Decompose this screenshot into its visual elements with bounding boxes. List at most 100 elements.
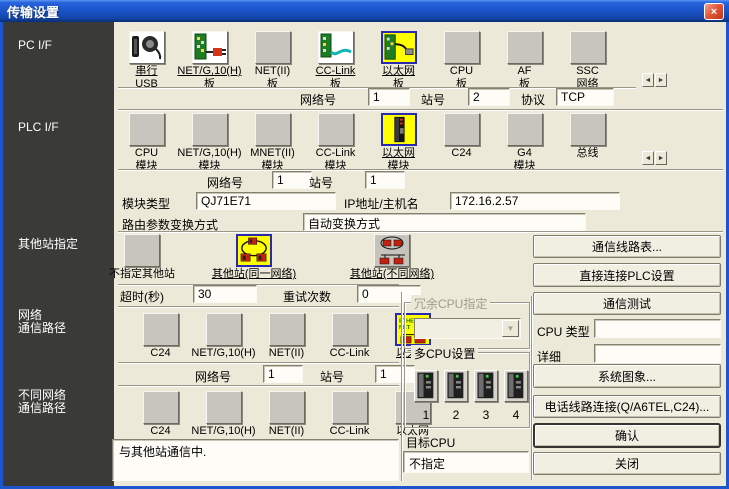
cpu-type-label: CPU 类型 — [537, 325, 590, 339]
timeout-field[interactable]: 30 — [193, 285, 257, 303]
icon-label: 其他站(同一网络) — [211, 268, 297, 280]
multi-cpu-1-button[interactable] — [414, 370, 438, 402]
icon-label: NET/G,10(H) — [191, 425, 256, 437]
timeout-label: 超时(秒) — [120, 290, 164, 304]
blank-module-icon — [443, 113, 480, 146]
pcif-protocol-label: 协议 — [521, 93, 546, 107]
cpu-type-field — [594, 319, 721, 338]
other-station-option-same-network-selected[interactable]: 其他站(同一网络) — [188, 234, 320, 280]
plcif-scroll-left-icon[interactable]: ◄ — [642, 151, 654, 165]
icon-label: MNET(II) — [250, 147, 295, 159]
plcif-option-ethernet-module-selected[interactable]: 以太网 模块 — [367, 113, 430, 172]
redundant-cpu-group-label: 冗余CPU指定 — [411, 295, 491, 312]
network-route-station-label: 站号 — [320, 370, 345, 384]
plcif-option-c24[interactable]: C24 — [430, 113, 493, 172]
pcif-option-net-g10h-board[interactable]: NET/G,10(H) 板 — [177, 31, 242, 90]
target-cpu-field[interactable]: 不指定 — [403, 451, 529, 473]
sidebar-label-diff-route-1: 不同网络 — [18, 388, 67, 402]
ok-button[interactable]: 确认 — [533, 423, 721, 448]
same-network-icon — [236, 234, 272, 267]
network-route-option-c24[interactable]: C24 — [129, 313, 192, 359]
diff-route-option-net-g10h[interactable]: NET/G,10(H) — [191, 391, 256, 437]
plcif-option-mnet2-module[interactable]: MNET(II) 模块 — [241, 113, 304, 172]
plcif-option-g4-module[interactable]: G4 模块 — [493, 113, 556, 172]
pcif-station-label: 站号 — [421, 93, 446, 107]
blank-module-icon — [569, 113, 606, 146]
network-route-option-cclink[interactable]: CC-Link — [318, 313, 381, 359]
direct-plc-setting-button[interactable]: 直接连接PLC设置 — [533, 263, 721, 287]
plcif-icon-row: CPU 模块 NET/G,10(H) 模块 MNET(II) 模块 CC-Lin… — [115, 113, 619, 172]
icon-label: CC-Link — [315, 65, 356, 77]
icon-label: 不指定其他站 — [109, 268, 175, 280]
diff-route-option-net2[interactable]: NET(II) — [255, 391, 318, 437]
icon-label: NET(II) — [268, 347, 305, 359]
chevron-down-icon[interactable]: ▼ — [502, 320, 519, 337]
icon-label: NET/G,10(H) — [191, 347, 256, 359]
diff-route-option-cclink[interactable]: CC-Link — [318, 391, 381, 437]
network-route-option-net2[interactable]: NET(II) — [255, 313, 318, 359]
multi-cpu-2-button[interactable] — [444, 370, 468, 402]
pcif-scroll-left-icon[interactable]: ◄ — [642, 73, 654, 87]
multi-cpu-3-button[interactable] — [474, 370, 498, 402]
close-icon[interactable]: × — [704, 3, 724, 20]
ip-host-field[interactable]: 172.16.2.57 — [450, 192, 620, 210]
pcif-option-serial-usb[interactable]: 串行 USB — [115, 31, 178, 90]
pcif-option-net2-board[interactable]: NET(II) 板 — [241, 31, 304, 90]
network-route-option-net-g10h[interactable]: NET/G,10(H) — [191, 313, 256, 359]
multi-cpu-4-button[interactable] — [504, 370, 528, 402]
route-param-field[interactable]: 自动变换方式 — [303, 213, 586, 231]
icon-label: NET/G,10(H) — [177, 65, 242, 77]
sidebar-label-plc-if: PLC I/F — [18, 120, 59, 134]
status-box: 与其他站通信中. — [112, 439, 399, 481]
pcif-network-field[interactable]: 1 — [368, 88, 410, 106]
icon-label: C24 — [451, 147, 472, 159]
plcif-option-bus[interactable]: 总线 — [556, 113, 619, 172]
icon-label: 以太网 — [382, 65, 415, 77]
blank-board-icon — [569, 31, 606, 64]
icon-label: CPU — [449, 65, 474, 77]
diff-route-option-c24[interactable]: C24 — [129, 391, 192, 437]
blank-route-icon — [205, 313, 242, 346]
icon-label: 总线 — [576, 147, 599, 159]
pcif-option-cclink-board[interactable]: CC-Link 板 — [304, 31, 367, 90]
icon-label: NET(II) — [268, 425, 305, 437]
network-route-network-field[interactable]: 1 — [263, 365, 303, 383]
pcif-option-cpu-board[interactable]: CPU 板 — [430, 31, 493, 90]
plcif-station-field[interactable]: 1 — [365, 171, 405, 189]
plcif-option-net-g10h-module[interactable]: NET/G,10(H) 模块 — [177, 113, 242, 172]
pcif-icon-row: 串行 USB NET/G,10(H) 板 NET(II) 板 CC-Link 板 — [115, 31, 619, 90]
separator — [118, 109, 723, 111]
pcif-option-af-board[interactable]: AF 板 — [493, 31, 556, 90]
pcif-option-ssc-network[interactable]: SSC 网络 — [556, 31, 619, 90]
comm-test-button[interactable]: 通信测试 — [533, 292, 721, 315]
close-button[interactable]: 关闭 — [533, 452, 721, 475]
blank-station-icon — [124, 234, 160, 267]
blank-module-icon — [317, 113, 354, 146]
redundant-cpu-select[interactable]: ▼ — [414, 318, 521, 339]
icon-label: 其他站(不同网络) — [349, 268, 435, 280]
connection-channel-list-button[interactable]: 通信线路表... — [533, 235, 721, 258]
other-station-option-none[interactable]: 不指定其他站 — [96, 234, 188, 280]
detail-field — [594, 344, 721, 363]
blank-board-icon — [254, 31, 291, 64]
blank-board-icon — [443, 31, 480, 64]
plcif-network-label: 网络号 — [207, 176, 244, 190]
other-station-option-diff-network[interactable]: 其他站(不同网络) — [326, 234, 458, 280]
icon-label: NET/G,10(H) — [177, 147, 242, 159]
pcif-option-ethernet-board-selected[interactable]: 以太网 板 — [367, 31, 430, 90]
plcif-option-cpu-module[interactable]: CPU 模块 — [115, 113, 178, 172]
plcif-option-cclink-module[interactable]: CC-Link 模块 — [304, 113, 367, 172]
pcif-scroll-right-icon[interactable]: ► — [655, 73, 667, 87]
system-image-button[interactable]: 系统图象... — [533, 364, 721, 388]
phone-line-button[interactable]: 电话线路连接(Q/A6TEL,C24)... — [533, 395, 721, 418]
module-type-field[interactable]: QJ71E71 — [196, 192, 336, 210]
blank-route-icon — [331, 391, 368, 424]
pcif-protocol-field[interactable]: TCP — [556, 88, 614, 106]
pcif-station-field[interactable]: 2 — [468, 88, 510, 106]
icon-label: NET(II) — [254, 65, 291, 77]
plcif-scroll-right-icon[interactable]: ► — [655, 151, 667, 165]
network-route-row: C24 NET/G,10(H) NET(II) CC-Link ETHER NET… — [129, 313, 444, 359]
title-bar: 传输设置 × — [0, 0, 729, 22]
plcif-network-field[interactable]: 1 — [272, 171, 312, 189]
icon-label: C24 — [150, 347, 171, 359]
